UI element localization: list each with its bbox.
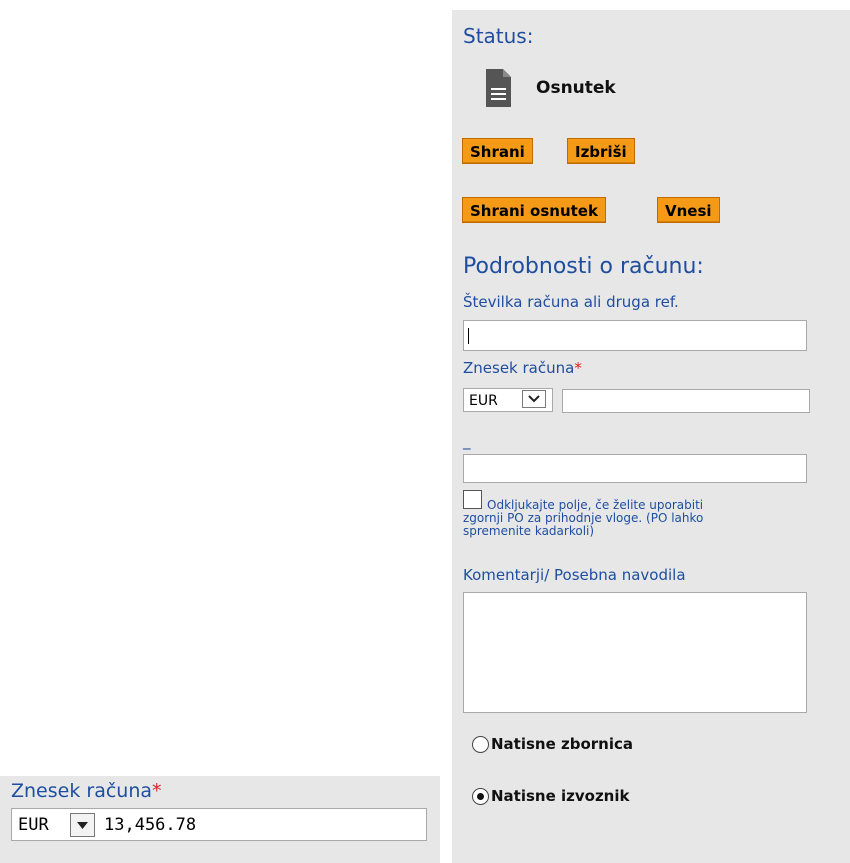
inset-amount-label-text: Znesek računa xyxy=(11,780,153,802)
document-icon xyxy=(486,69,511,107)
remember-po-text: Odkljukajte polje, če želite uporabiti z… xyxy=(463,499,823,538)
amount-label: Znesek računa* xyxy=(463,359,582,377)
submit-button[interactable]: Vnesi xyxy=(657,197,720,223)
radio-button[interactable] xyxy=(472,735,489,753)
save-button[interactable]: Shrani xyxy=(462,138,533,164)
print-option-exporter[interactable]: Natisne izvoznik xyxy=(472,787,629,805)
inset-currency-value: EUR xyxy=(18,815,49,835)
amount-label-text: Znesek računa xyxy=(463,359,575,377)
remember-po-line-3: spremenite kadarkoli) xyxy=(463,524,595,538)
status-value: Osnutek xyxy=(536,78,616,98)
comments-label: Komentarji/ Posebna navodila xyxy=(463,566,686,584)
save-draft-button[interactable]: Shrani osnutek xyxy=(462,197,606,223)
inset-required-marker: * xyxy=(152,780,162,802)
invoice-side-panel: Status: Osnutek Shrani Izbriši Shrani os… xyxy=(452,10,850,863)
invoice-ref-input[interactable] xyxy=(463,320,807,351)
print-option-label: Natisne zbornica xyxy=(491,735,633,753)
comments-textarea[interactable] xyxy=(463,592,807,713)
status-row: Osnutek xyxy=(486,62,616,114)
currency-value: EUR xyxy=(469,393,498,409)
inset-amount-value: 13,456.78 xyxy=(104,815,197,835)
chevron-down-icon[interactable] xyxy=(522,390,546,408)
text-cursor xyxy=(468,328,469,344)
invoice-details-heading: Podrobnosti o računu: xyxy=(463,254,704,279)
po-label: _ xyxy=(463,432,471,450)
delete-button[interactable]: Izbriši xyxy=(567,138,635,164)
print-option-chamber[interactable]: Natisne zbornica xyxy=(472,735,633,753)
currency-select[interactable]: EUR xyxy=(463,388,553,412)
status-heading: Status: xyxy=(463,24,534,48)
radio-button-selected[interactable] xyxy=(472,787,489,805)
po-input[interactable] xyxy=(463,454,807,483)
invoice-ref-label: Številka računa ali druga ref. xyxy=(463,293,679,311)
inset-amount-field[interactable]: EUR 13,456.78 xyxy=(11,808,427,841)
print-option-label: Natisne izvoznik xyxy=(491,787,630,805)
required-marker: * xyxy=(574,359,582,377)
inset-amount-label: Znesek računa* xyxy=(11,780,162,802)
inset-chevron-down-icon[interactable] xyxy=(70,813,95,837)
amount-input[interactable] xyxy=(562,389,810,413)
amount-inset-zoom: Znesek računa* EUR 13,456.78 xyxy=(0,776,440,863)
